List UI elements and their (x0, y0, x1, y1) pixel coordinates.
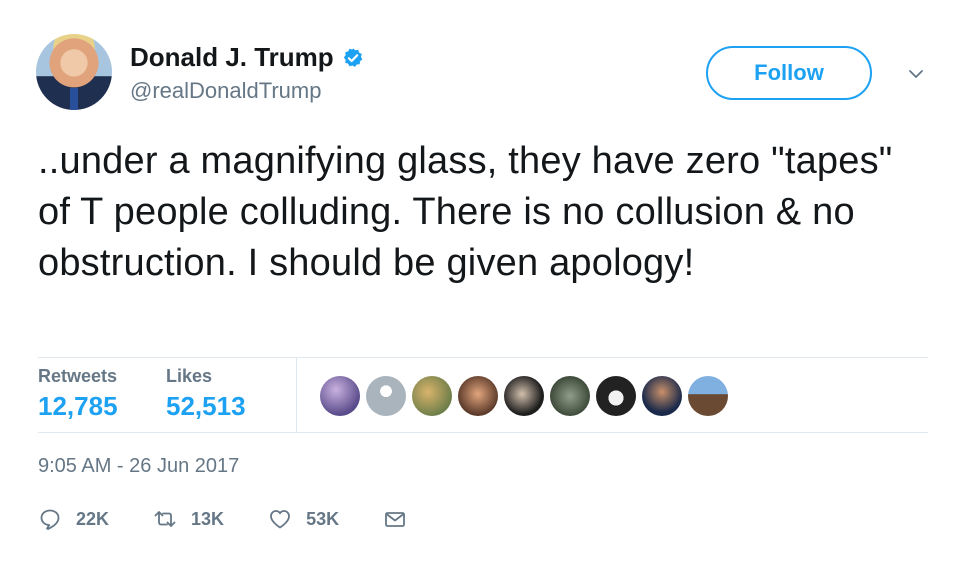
likes-stat[interactable]: Likes 52,513 (166, 366, 246, 422)
reply-button[interactable]: 22K (38, 507, 109, 531)
tweet-timestamp[interactable]: 9:05 AM - 26 Jun 2017 (38, 455, 239, 478)
tweet-stats: Retweets 12,785 Likes 52,513 (38, 358, 928, 432)
reply-icon (40, 509, 60, 530)
chevron-down-icon[interactable] (908, 66, 924, 82)
heart-icon (270, 510, 290, 529)
retweets-label: Retweets (38, 366, 118, 386)
liker-avatar[interactable] (642, 376, 682, 416)
like-count: 53K (306, 508, 340, 529)
envelope-icon (385, 512, 405, 527)
tweet-text: ..under a magnifying glass, they have ze… (38, 140, 893, 284)
follow-button[interactable]: Follow (706, 46, 872, 100)
direct-message-button[interactable] (383, 507, 407, 531)
avatar[interactable] (36, 34, 112, 110)
liker-avatar[interactable] (504, 376, 544, 416)
liker-avatar[interactable] (412, 376, 452, 416)
stats-separator (296, 358, 297, 432)
liker-avatar[interactable] (596, 376, 636, 416)
divider-bottom (38, 432, 928, 433)
user-handle[interactable]: @realDonaldTrump (130, 78, 321, 104)
retweets-stat[interactable]: Retweets 12,785 (38, 366, 118, 422)
retweet-count: 13K (191, 508, 225, 529)
liker-avatar[interactable] (550, 376, 590, 416)
retweet-icon (154, 511, 176, 527)
like-button[interactable]: 53K (268, 507, 339, 531)
display-name[interactable]: Donald J. Trump (130, 42, 334, 73)
retweet-button[interactable]: 13K (153, 507, 224, 531)
liker-avatar[interactable] (688, 376, 728, 416)
liker-avatar[interactable] (458, 376, 498, 416)
name-row[interactable]: Donald J. Trump (130, 42, 364, 73)
likes-label: Likes (166, 366, 213, 386)
liker-avatar[interactable] (320, 376, 360, 416)
likes-count: 52,513 (166, 391, 246, 421)
retweets-count: 12,785 (38, 391, 118, 421)
liked-by-avatars (320, 376, 734, 416)
tweet-actions: 22K 13K 53K (38, 507, 451, 531)
tweet-header: Donald J. Trump @realDonaldTrump Follow (36, 34, 936, 114)
reply-count: 22K (76, 508, 110, 529)
verified-badge-icon (343, 47, 363, 67)
liker-avatar[interactable] (366, 376, 406, 416)
